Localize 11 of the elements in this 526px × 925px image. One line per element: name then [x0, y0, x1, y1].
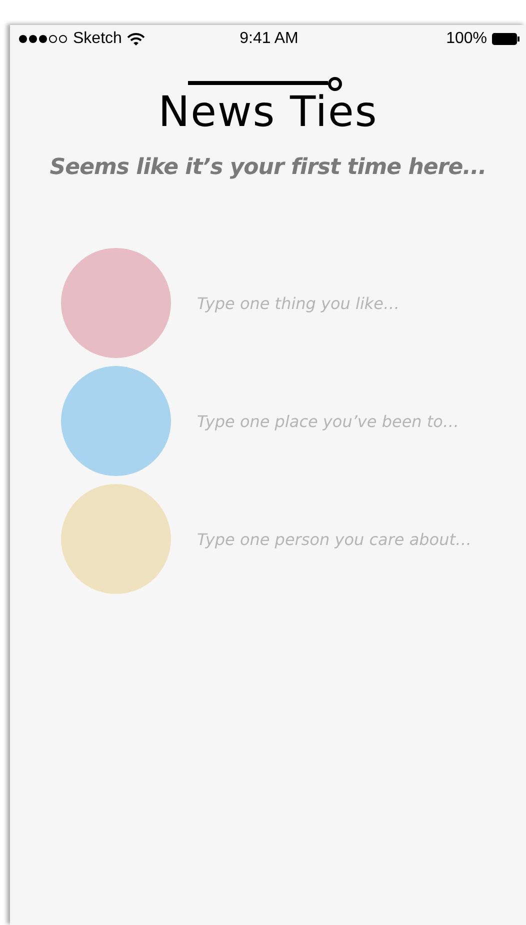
signal-icon — [18, 34, 68, 44]
carrier-name: Sketch — [73, 30, 122, 48]
input-field[interactable]: Type one place you’ve been to… — [197, 412, 497, 430]
app-logo: News Ties — [158, 93, 378, 131]
welcome-subtitle: Seems like it’s your first time here... — [48, 155, 488, 180]
battery-percent: 100% — [446, 30, 487, 48]
input-field[interactable]: Type one person you care about… — [197, 530, 497, 548]
clock-time: 9:41 AM — [240, 30, 298, 48]
wifi-icon — [126, 32, 145, 46]
battery-icon — [492, 33, 520, 45]
input-field[interactable]: Type one thing you like… — [197, 294, 497, 312]
